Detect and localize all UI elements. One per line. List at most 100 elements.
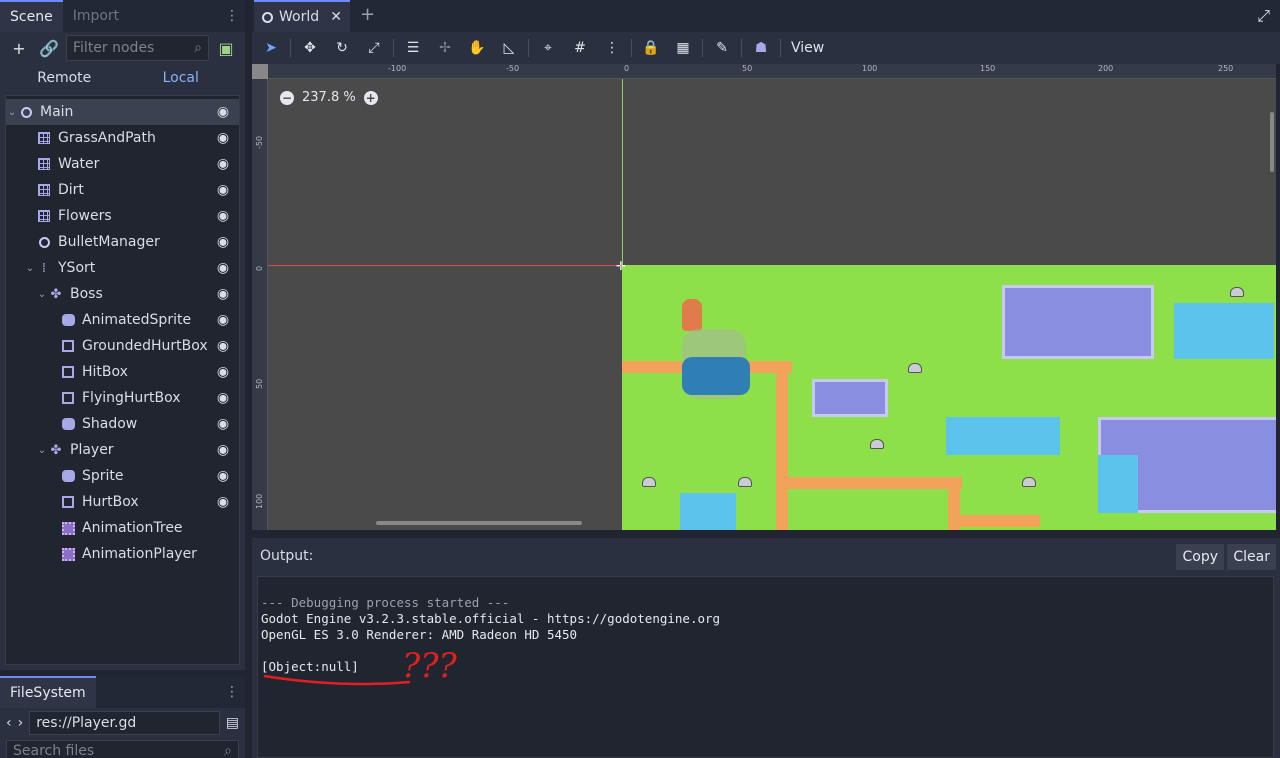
dirt-path (948, 515, 1040, 527)
tab-world[interactable]: World ✕ (254, 0, 350, 32)
visibility-eye-icon[interactable]: ◉ (213, 234, 233, 250)
zoom-in-icon[interactable]: + (363, 90, 378, 105)
visibility-eye-icon[interactable]: ◉ (213, 104, 233, 120)
filesystem-dock-tabs: FileSystem (0, 676, 245, 708)
visibility-eye-icon[interactable]: ◉ (213, 494, 233, 510)
lock-icon[interactable]: 🔒 (636, 34, 666, 62)
toolbar-separator (780, 39, 781, 57)
tree-node-player[interactable]: ⌄ ✤ Player ◉ (6, 437, 239, 463)
visibility-eye-icon[interactable]: ◉ (213, 364, 233, 380)
select-mode-icon[interactable]: ➤ (256, 34, 286, 62)
kinematic-body-icon: ✤ (50, 286, 62, 302)
fullscreen-icon[interactable]: ⤢ (1257, 6, 1270, 26)
copy-button[interactable]: Copy (1176, 544, 1224, 570)
group-icon[interactable]: ▦ (668, 34, 698, 62)
dock-menu-icon[interactable]: ⋮ (225, 8, 239, 24)
move-mode-icon[interactable]: ✥ (295, 34, 325, 62)
tree-node-grassandpath[interactable]: GrassAndPath ◉ (6, 125, 239, 151)
toolbar-separator (741, 39, 742, 57)
visibility-eye-icon[interactable]: ◉ (213, 338, 233, 354)
tree-node-flowers[interactable]: Flowers ◉ (6, 203, 239, 229)
zoom-controls: − 237.8 % + (280, 90, 378, 105)
tree-node-animationplayer[interactable]: AnimationPlayer (6, 541, 239, 567)
canvas-toolbar: ➤ ✥ ↻ ⤢ ☰ ✢ ✋ ◺ ⌖ # ⋮ 🔒 ▦ ✎ ☗ View (252, 32, 1280, 64)
tab-filesystem[interactable]: FileSystem (0, 676, 96, 708)
tree-node-bulletmanager[interactable]: BulletManager ◉ (6, 229, 239, 255)
tree-node-label: Dirt (58, 182, 84, 198)
kinematic-body-icon: ✤ (50, 442, 62, 458)
tree-node-dirt[interactable]: Dirt ◉ (6, 177, 239, 203)
tree-node-animatedsprite[interactable]: AnimatedSprite ◉ (6, 307, 239, 333)
forward-arrow-icon[interactable]: › (18, 715, 24, 731)
tree-node-flyinghurtbox[interactable]: FlyingHurtBox ◉ (6, 385, 239, 411)
pivot-mode-icon[interactable]: ✢ (430, 34, 460, 62)
tree-node-label: Main (40, 104, 74, 120)
snap-options-icon[interactable]: ⋮ (597, 34, 627, 62)
filter-nodes-input[interactable]: Filter nodes ⌕ (66, 35, 209, 61)
chevron-down-icon[interactable]: ⌄ (24, 263, 36, 274)
visibility-eye-icon[interactable]: ◉ (213, 286, 233, 302)
tree-node-shadow[interactable]: Shadow ◉ (6, 411, 239, 437)
rotate-mode-icon[interactable]: ↻ (327, 34, 357, 62)
search-files-input[interactable]: Search files ⌕ (6, 740, 239, 758)
visibility-eye-icon[interactable]: ◉ (213, 208, 233, 224)
pan-mode-icon[interactable]: ✋ (462, 34, 492, 62)
visibility-eye-icon[interactable]: ◉ (213, 416, 233, 432)
zoom-level[interactable]: 237.8 % (302, 90, 356, 105)
visibility-eye-icon[interactable]: ◉ (213, 156, 233, 172)
zoom-out-icon[interactable]: − (280, 90, 294, 105)
grid-snap-icon[interactable]: # (565, 34, 595, 62)
chevron-down-icon[interactable]: ⌄ (36, 445, 48, 456)
visibility-eye-icon[interactable]: ◉ (213, 260, 233, 276)
scale-mode-icon[interactable]: ⤢ (359, 34, 389, 62)
view-menu[interactable]: View (791, 40, 824, 56)
visibility-eye-icon[interactable]: ◉ (213, 390, 233, 406)
local-button[interactable]: Local (123, 66, 240, 90)
water-tile (1098, 455, 1138, 513)
tree-node-boss[interactable]: ⌄ ✤ Boss ◉ (6, 281, 239, 307)
tree-node-hurtbox[interactable]: HurtBox ◉ (6, 489, 239, 515)
close-icon[interactable]: ✕ (330, 9, 342, 25)
horizontal-scrollbar[interactable] (376, 521, 582, 525)
tree-node-sprite[interactable]: Sprite ◉ (6, 463, 239, 489)
visibility-eye-icon[interactable]: ◉ (213, 130, 233, 146)
visibility-eye-icon[interactable]: ◉ (213, 182, 233, 198)
add-tab-icon[interactable]: + (360, 4, 375, 25)
tree-node-main[interactable]: ⌄ Main ◉ (6, 99, 239, 125)
visibility-eye-icon[interactable]: ◉ (213, 312, 233, 328)
tree-node-ysort[interactable]: ⌄ ⁞ YSort ◉ (6, 255, 239, 281)
tree-node-water[interactable]: Water ◉ (6, 151, 239, 177)
tree-node-hitbox[interactable]: HitBox ◉ (6, 359, 239, 385)
back-arrow-icon[interactable]: ‹ (6, 715, 12, 731)
skeleton-bone-icon[interactable]: ✎ (707, 34, 737, 62)
dock-menu-icon[interactable]: ⋮ (225, 684, 239, 700)
tree-node-label: Sprite (82, 468, 124, 484)
tree-node-animationtree[interactable]: AnimationTree (6, 515, 239, 541)
visibility-eye-icon[interactable]: ◉ (213, 468, 233, 484)
camera-override-icon[interactable]: ☗ (746, 34, 776, 62)
tab-scene[interactable]: Scene (0, 0, 63, 32)
canvas-viewport[interactable]: -100 -50 0 50 100 150 200 250 -50 0 50 1… (252, 64, 1276, 530)
chevron-down-icon[interactable]: ⌄ (36, 289, 48, 300)
player-sprite[interactable] (682, 299, 702, 331)
tab-import[interactable]: Import (63, 0, 129, 32)
ruler-mode-icon[interactable]: ◺ (494, 34, 524, 62)
vertical-scrollbar[interactable] (1270, 112, 1274, 172)
ruler-tick: 250 (1218, 64, 1234, 73)
split-view-icon[interactable]: ▤ (226, 715, 239, 731)
attach-script-icon[interactable]: ▣ (213, 35, 239, 61)
tilemap-world[interactable] (622, 265, 1276, 530)
visibility-eye-icon[interactable]: ◉ (213, 442, 233, 458)
tree-node-groundedhurtbox[interactable]: GroundedHurtBox ◉ (6, 333, 239, 359)
smart-snap-icon[interactable]: ⌖ (533, 34, 563, 62)
animation-player-icon (60, 546, 76, 562)
add-node-icon[interactable]: + (6, 35, 32, 61)
instance-scene-icon[interactable]: 🔗 (36, 35, 62, 61)
list-select-icon[interactable]: ☰ (398, 34, 428, 62)
path-input[interactable]: res://Player.gd (29, 711, 220, 735)
log-line: --- Debugging process started --- (261, 595, 510, 610)
remote-button[interactable]: Remote (6, 66, 123, 90)
boss-sprite[interactable] (682, 357, 750, 395)
chevron-down-icon[interactable]: ⌄ (6, 107, 18, 118)
clear-button[interactable]: Clear (1227, 544, 1276, 570)
